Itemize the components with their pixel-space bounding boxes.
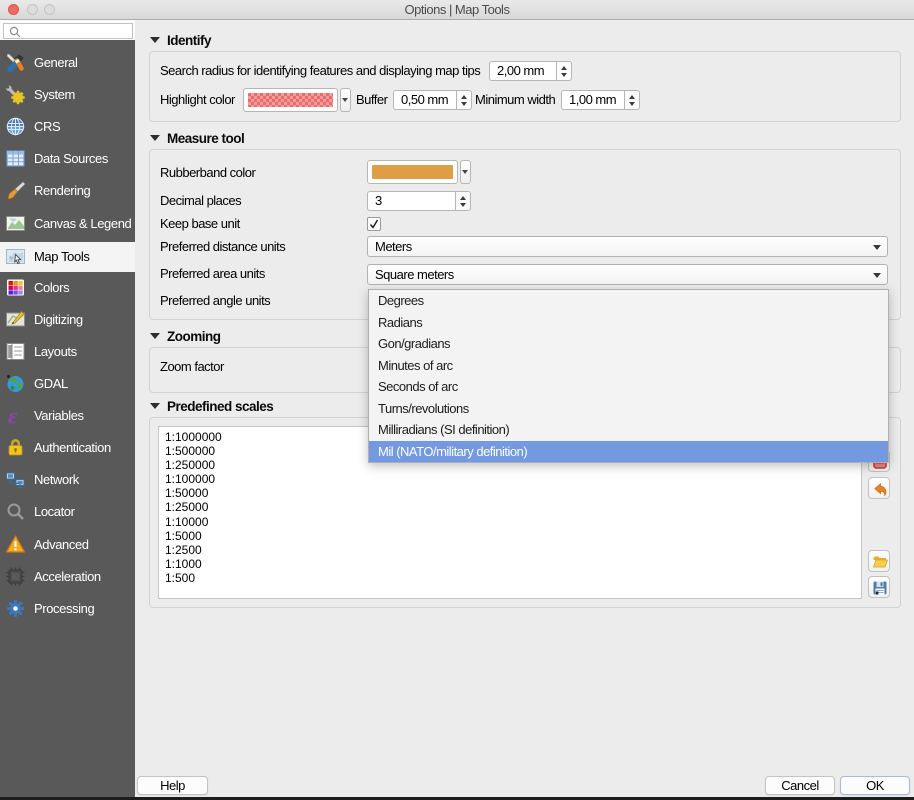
svg-text:ε: ε <box>8 405 18 426</box>
